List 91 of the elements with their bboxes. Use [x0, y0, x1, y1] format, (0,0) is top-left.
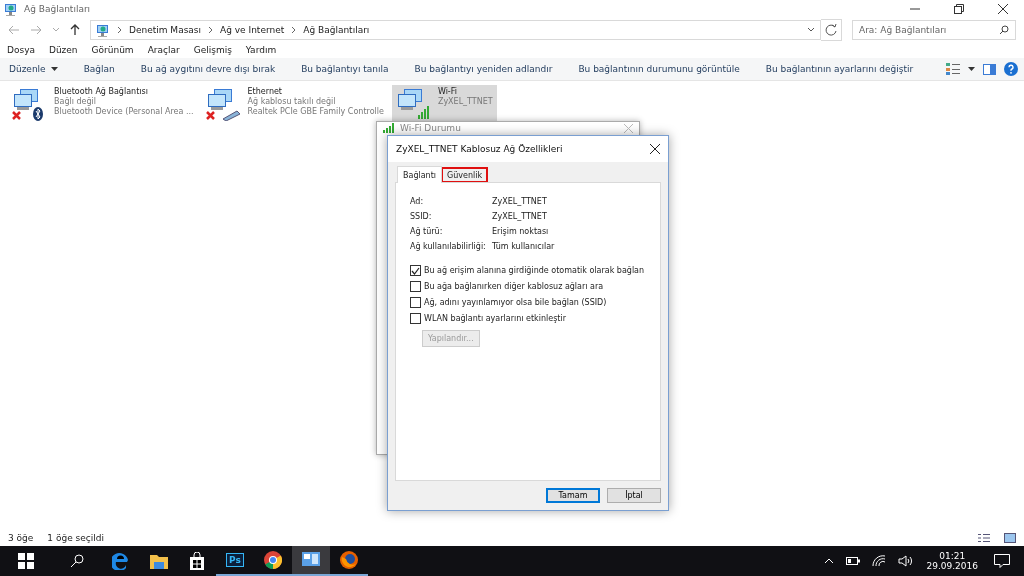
connection-device: Bluetooth Device (Personal Area ...	[54, 107, 194, 116]
photoshop-icon: Ps	[226, 553, 244, 567]
breadcrumb-item[interactable]: Ağ ve Internet	[220, 25, 285, 35]
shopping-bag-icon	[189, 552, 205, 570]
checkbox-label: Bu ağa bağlanırken diğer kablosuz ağları ara	[424, 282, 604, 291]
checkbox[interactable]	[410, 297, 421, 308]
control-panel-icon	[96, 23, 110, 37]
control-panel-icon	[302, 552, 320, 568]
caret-icon	[50, 67, 58, 71]
dialog-title: Wi-Fi Durumu	[400, 123, 461, 133]
checkbox[interactable]	[410, 281, 421, 292]
connection-status: ZyXEL_TTNET	[437, 97, 493, 106]
field-label: SSID:	[410, 212, 433, 221]
tab[interactable]: Bağlantı	[397, 166, 443, 183]
command-button[interactable]: Bu ağ aygıtını devre dışı bırak	[137, 62, 279, 76]
chrome-icon	[264, 551, 282, 569]
checkbox-label: WLAN bağlantı ayarlarını etkinleştir	[424, 314, 566, 323]
menu-item[interactable]: Görünüm	[91, 45, 134, 55]
restore-icon[interactable]	[954, 4, 964, 14]
connection-item[interactable]: Ethernet Ağ kablosu takılı değil Realtek PCIe GBE Family Controlle	[201, 85, 388, 125]
field-label: Ağ türü:	[410, 227, 444, 236]
command-button[interactable]: Bu bağlantının durumunu görüntüle	[575, 62, 743, 76]
connection-name: Ethernet	[247, 87, 283, 96]
dialog-button[interactable]: Tamam	[546, 488, 600, 503]
field-value: ZyXEL_TTNET	[492, 212, 548, 221]
wifi-icon[interactable]	[872, 555, 887, 567]
taskbar-app-button[interactable]: Ps	[216, 546, 254, 576]
checkbox-label: Bu ağ erişim alanına girdiğinde otomatik olarak bağlan	[424, 266, 645, 275]
dropdown-caret-icon[interactable]	[807, 27, 815, 33]
field-value: Erişim noktası	[492, 227, 550, 236]
status-text: 1 öğe seçildi	[47, 533, 104, 543]
signal-bars-icon	[383, 123, 395, 133]
command-button[interactable]: Bu bağlantıyı yeniden adlandır	[411, 62, 556, 76]
tab[interactable]: Güvenlik	[442, 168, 488, 182]
breadcrumb-item[interactable]: Ağ Bağlantıları	[303, 25, 370, 35]
menu-item[interactable]: Dosya	[7, 45, 35, 55]
checkbox-label: Ağ, adını yayınlamıyor olsa bile bağlan (SSID)	[424, 298, 607, 307]
checkbox[interactable]	[410, 265, 421, 276]
caret-icon[interactable]	[968, 67, 975, 71]
address-field[interactable]: Denetim Masası Ağ ve Internet Ağ Bağlantıları	[90, 20, 821, 40]
connection-status: Bağlı değil	[54, 97, 97, 106]
clock[interactable]: 01:21 29.09.2016	[920, 551, 984, 571]
status-text: 3 öğe	[8, 533, 34, 543]
command-button[interactable]: Bu bağlantının ayarlarını değiştir	[762, 62, 917, 76]
checkmark-icon	[411, 266, 420, 275]
close-icon[interactable]	[998, 4, 1008, 14]
connection-status: Ağ kablosu takılı değil	[247, 97, 337, 106]
connection-name: Bluetooth Ağ Bağlantısı	[54, 87, 149, 96]
search-field[interactable]: Ara: Ağ Bağlantıları	[852, 20, 1016, 40]
connection-item[interactable]: Bluetooth Ağ Bağlantısı Bağlı değil Bluetooth Device (Personal Area ...	[8, 85, 198, 125]
window-title: Ağ Bağlantıları	[24, 4, 91, 14]
connection-name: Wi-Fi	[437, 87, 458, 96]
chevron-icon	[117, 26, 122, 34]
close-icon[interactable]	[650, 144, 660, 154]
field-value: Tüm kullanıcılar	[492, 242, 556, 251]
command-button[interactable]: Bağlan	[80, 62, 118, 76]
connection-device: Realtek PCIe GBE Family Controlle	[247, 107, 384, 116]
large-icons-view-icon[interactable]	[1004, 533, 1016, 543]
taskbar-app-button[interactable]	[292, 546, 330, 576]
chevron-up-icon[interactable]	[824, 558, 835, 564]
dialog-button[interactable]: İptal	[607, 488, 661, 503]
field-value: ZyXEL_TTNET	[492, 197, 548, 206]
speaker-icon[interactable]	[898, 555, 915, 567]
breadcrumb-item[interactable]: Denetim Masası	[129, 25, 202, 35]
battery-icon[interactable]	[846, 557, 861, 565]
chevron-icon	[208, 26, 214, 34]
clock-date: 29.09.2016	[926, 561, 978, 571]
letter-e-icon	[112, 552, 130, 570]
menu-item[interactable]: Araçlar	[147, 45, 180, 55]
checkbox[interactable]	[410, 313, 421, 324]
up-arrow-icon[interactable]	[70, 24, 80, 36]
details-view-icon[interactable]	[978, 533, 990, 543]
notification-icon[interactable]	[994, 554, 1010, 568]
command-button[interactable]: Düzenle	[6, 62, 61, 76]
search-icon[interactable]	[999, 25, 1009, 35]
firefox-icon	[340, 551, 358, 569]
view-options-icon[interactable]	[946, 63, 960, 75]
help-icon[interactable]	[1004, 62, 1018, 76]
refresh-icon[interactable]	[821, 19, 842, 41]
menu-item[interactable]: Gelişmiş	[193, 45, 232, 55]
command-button[interactable]: Bu bağlantıyı tanıla	[298, 62, 392, 76]
menu-item[interactable]: Yardım	[245, 45, 277, 55]
control-panel-icon	[4, 2, 18, 16]
field-label: Ağ kullanılabilirliği:	[410, 242, 487, 251]
preview-pane-icon[interactable]	[983, 63, 996, 75]
menu-item[interactable]: Düzen	[48, 45, 78, 55]
dialog-title: ZyXEL_TTNET Kablosuz Ağ Özellikleri	[396, 144, 563, 154]
clock-time: 01:21	[939, 551, 966, 561]
field-label: Ad:	[410, 197, 425, 206]
folder-icon	[150, 553, 168, 569]
chevron-icon	[291, 26, 297, 34]
